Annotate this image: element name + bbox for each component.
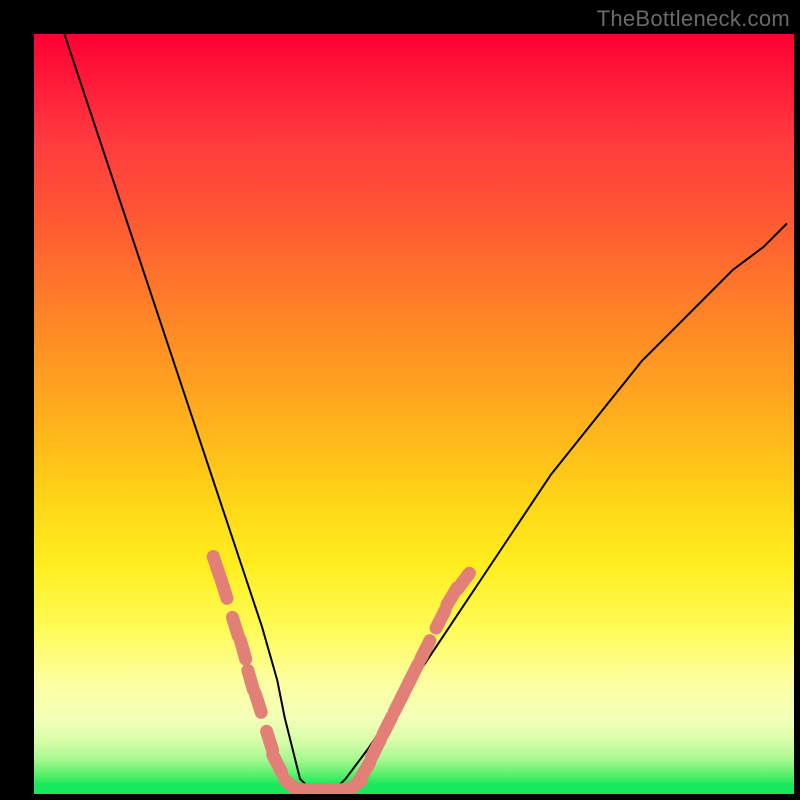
highlight-marker <box>273 755 282 773</box>
highlight-marker <box>383 717 392 735</box>
highlight-marker <box>360 763 370 780</box>
highlight-marker <box>255 693 261 712</box>
chart-frame: TheBottleneck.com <box>0 0 800 800</box>
highlight-marker <box>457 573 469 589</box>
curve-layer <box>64 34 786 794</box>
highlight-marker <box>240 640 245 659</box>
highlight-marker <box>372 740 381 758</box>
highlight-marker <box>232 617 238 636</box>
highlight-marker <box>436 610 445 628</box>
highlight-marker <box>410 664 419 682</box>
highlight-marker <box>248 670 253 689</box>
marker-layer <box>213 557 469 794</box>
bottleneck-curve-path <box>64 34 786 794</box>
highlight-marker <box>421 641 430 659</box>
watermark-text: TheBottleneck.com <box>597 6 790 32</box>
plot-area <box>34 34 794 794</box>
highlight-marker <box>221 579 227 598</box>
highlight-marker <box>267 731 273 750</box>
chart-svg <box>34 34 794 794</box>
highlight-marker <box>213 557 219 576</box>
